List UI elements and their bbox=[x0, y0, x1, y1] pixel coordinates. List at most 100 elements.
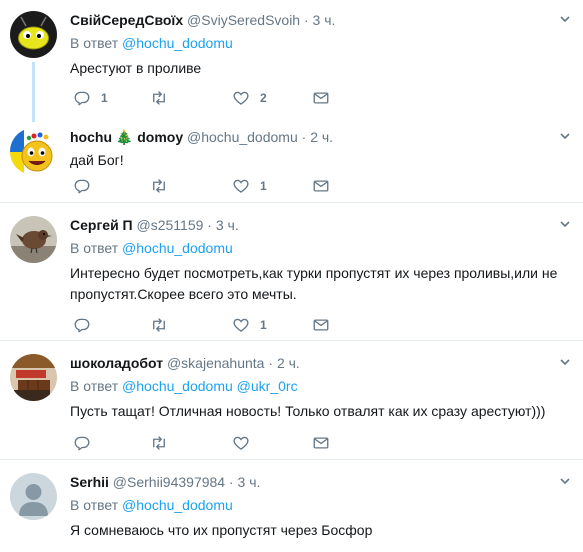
mention-link[interactable]: @hochu_dodomu bbox=[122, 497, 233, 513]
mention-link[interactable]: @hochu_dodomu bbox=[122, 378, 233, 394]
tweet-text: Арестуют в проливе bbox=[70, 60, 202, 76]
thread-line bbox=[32, 62, 35, 122]
timestamp[interactable]: 2 ч. bbox=[310, 129, 333, 145]
user-handle[interactable]: @s251159 bbox=[137, 217, 204, 233]
tweet-actions: 1 2 bbox=[70, 88, 370, 108]
chocolate-avatar-icon[interactable] bbox=[10, 354, 57, 401]
heart-icon bbox=[233, 179, 249, 193]
tweet-text: Я сомневаюсь что их пропустят через Босф… bbox=[70, 522, 373, 538]
like-button[interactable]: 2 bbox=[232, 88, 267, 108]
display-name[interactable]: СвійСередСвоїх bbox=[70, 12, 183, 28]
timestamp[interactable]: 2 ч. bbox=[277, 355, 300, 371]
display-name[interactable]: Сергей П bbox=[70, 217, 133, 233]
reply-context: В ответ @hochu_dodomu bbox=[70, 239, 571, 258]
envelope-icon bbox=[313, 180, 329, 192]
tweet-header: шоколадобот @skajenahunta · 2 ч. bbox=[70, 354, 571, 373]
tweet-header: Сергей П @s251159 · 3 ч. bbox=[70, 216, 571, 235]
display-name[interactable]: hochu 🎄 domoy bbox=[70, 129, 183, 145]
reply-button[interactable] bbox=[73, 315, 101, 335]
display-name[interactable]: шоколадобот bbox=[70, 355, 163, 371]
message-button[interactable] bbox=[312, 88, 330, 108]
user-handle[interactable]: @Serhii94397984 bbox=[113, 474, 225, 490]
separator-dot: · bbox=[268, 355, 274, 371]
timestamp[interactable]: 3 ч. bbox=[313, 12, 336, 28]
heart-icon bbox=[233, 91, 249, 105]
separator-dot: · bbox=[207, 217, 212, 233]
reply-context: В ответ @hochu_dodomu @ukr_0rc bbox=[70, 377, 571, 396]
tweet-divider bbox=[0, 340, 583, 341]
display-name[interactable]: Serhii bbox=[70, 474, 109, 490]
retweet-icon bbox=[153, 179, 165, 193]
chevron-down-icon[interactable] bbox=[559, 130, 571, 142]
reply-label: В ответ bbox=[70, 35, 119, 51]
message-button[interactable] bbox=[312, 176, 330, 196]
tweet-actions: 1 bbox=[70, 315, 370, 335]
envelope-icon bbox=[313, 437, 329, 449]
retweet-button[interactable] bbox=[150, 88, 178, 108]
reply-button[interactable] bbox=[73, 433, 101, 453]
tweet-divider bbox=[0, 459, 583, 460]
reply-context: В ответ @hochu_dodomu bbox=[70, 34, 571, 53]
message-button[interactable] bbox=[312, 315, 330, 335]
user-handle[interactable]: @skajenahunta bbox=[167, 355, 265, 371]
chevron-down-icon[interactable] bbox=[559, 475, 571, 487]
tweet-divider bbox=[0, 202, 583, 203]
reply-label: В ответ bbox=[70, 378, 119, 394]
heart-icon bbox=[233, 436, 249, 450]
mention-link[interactable]: @hochu_dodomu bbox=[122, 35, 233, 51]
retweet-icon bbox=[153, 436, 165, 450]
separator-dot: · bbox=[301, 129, 307, 145]
chevron-down-icon[interactable] bbox=[559, 356, 571, 368]
message-button[interactable] bbox=[312, 433, 330, 453]
timestamp[interactable]: 3 ч. bbox=[238, 474, 261, 490]
envelope-icon bbox=[313, 92, 329, 104]
tweet-header: СвійСередСвоїх @SviySeredSvoih · 3 ч. bbox=[70, 11, 571, 30]
mention-link[interactable]: @hochu_dodomu bbox=[122, 240, 233, 256]
reply-context: В ответ @hochu_dodomu bbox=[70, 496, 571, 515]
display-name-part: hochu bbox=[70, 129, 112, 145]
retweet-button[interactable] bbox=[150, 176, 178, 196]
timestamp[interactable]: 3 ч. bbox=[216, 217, 239, 233]
display-name-part: domoy bbox=[137, 129, 184, 145]
reply-icon bbox=[74, 179, 90, 194]
tweet-header: Serhii @Serhii94397984 · 3 ч. bbox=[70, 473, 571, 492]
retweet-icon bbox=[153, 318, 165, 332]
chevron-down-icon[interactable] bbox=[559, 218, 571, 230]
reply-count: 1 bbox=[101, 91, 108, 105]
tweet-text: дай Бог! bbox=[70, 152, 124, 168]
reply-label: В ответ bbox=[70, 497, 119, 513]
user-handle[interactable]: @hochu_dodomu bbox=[187, 129, 298, 145]
envelope-icon bbox=[313, 319, 329, 331]
separator-dot: · bbox=[303, 12, 309, 28]
reply-button[interactable]: 1 bbox=[73, 88, 108, 108]
bee-avatar-icon[interactable] bbox=[10, 11, 57, 58]
like-button[interactable] bbox=[232, 433, 260, 453]
tweet-actions: 1 bbox=[70, 176, 370, 196]
default-user-avatar-icon[interactable] bbox=[10, 473, 57, 520]
heart-icon bbox=[233, 318, 249, 332]
user-handle[interactable]: @SviySeredSvoih bbox=[187, 12, 300, 28]
reply-icon bbox=[74, 91, 90, 106]
like-count: 1 bbox=[260, 318, 267, 332]
retweet-icon bbox=[153, 91, 165, 105]
retweet-button[interactable] bbox=[150, 433, 178, 453]
reply-label: В ответ bbox=[70, 240, 119, 256]
tree-emoji-icon: 🎄 bbox=[115, 129, 134, 145]
mention-link[interactable]: @ukr_0rc bbox=[237, 378, 298, 394]
separator-dot: · bbox=[228, 474, 234, 490]
tweet-text: Пусть тащат! Отличная новость! Только от… bbox=[70, 403, 546, 419]
reply-icon bbox=[74, 318, 90, 333]
like-button[interactable]: 1 bbox=[232, 315, 267, 335]
like-button[interactable]: 1 bbox=[232, 176, 267, 196]
tweet-actions bbox=[70, 433, 370, 453]
tweet-header: hochu 🎄 domoy @hochu_dodomu · 2 ч. bbox=[70, 128, 571, 147]
like-count: 1 bbox=[260, 179, 267, 193]
chevron-down-icon[interactable] bbox=[559, 13, 571, 25]
like-count: 2 bbox=[260, 91, 267, 105]
reply-button[interactable] bbox=[73, 176, 101, 196]
retweet-button[interactable] bbox=[150, 315, 178, 335]
smiley-avatar-icon[interactable] bbox=[10, 128, 57, 175]
bird-avatar-icon[interactable] bbox=[10, 216, 57, 263]
reply-icon bbox=[74, 436, 90, 451]
tweet-text: Интересно будет посмотреть,как турки про… bbox=[70, 265, 558, 302]
